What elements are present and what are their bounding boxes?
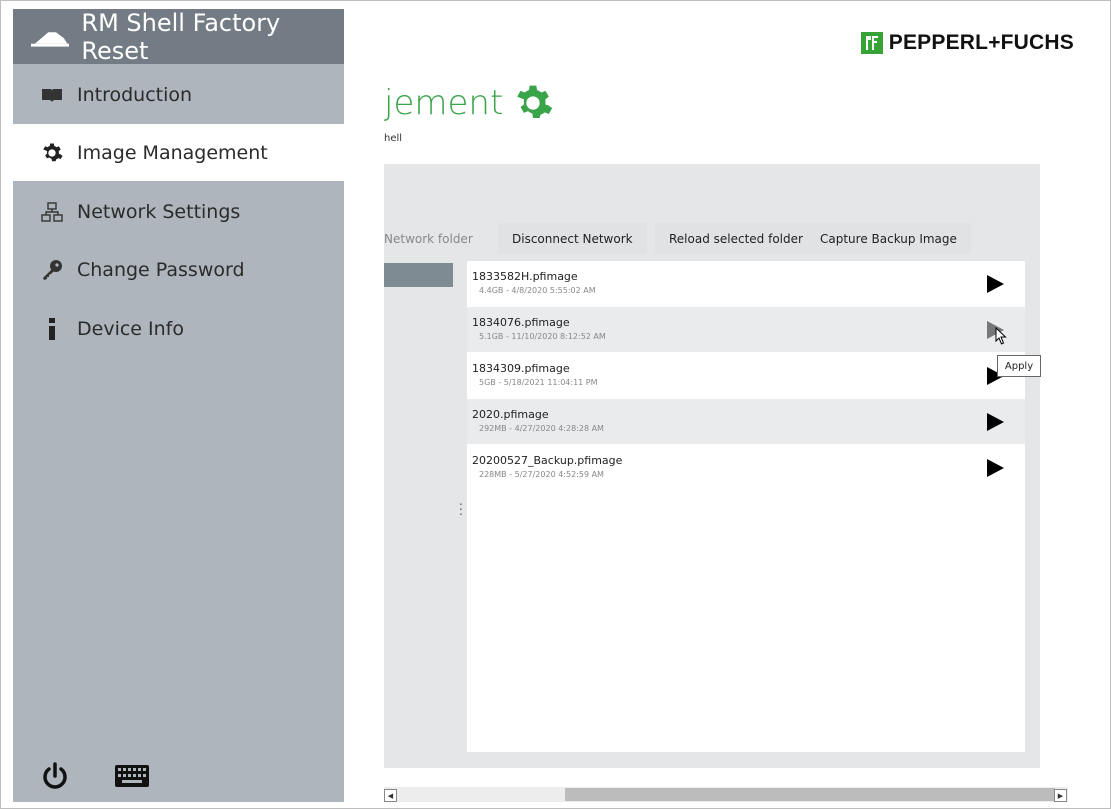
sidebar-item-network-settings[interactable]: Network Settings	[13, 183, 344, 240]
sidebar-item-image-management[interactable]: Image Management	[13, 124, 344, 181]
image-name: 1834076.pfimage	[472, 316, 570, 329]
sidebar-bottom-actions	[39, 760, 149, 792]
sidebar-item-label: Image Management	[77, 141, 268, 164]
selected-folder-item[interactable]	[384, 263, 453, 287]
sidebar-item-change-password[interactable]: Change Password	[13, 241, 344, 298]
scroll-left-icon[interactable]: ◀	[384, 789, 397, 802]
key-icon	[41, 259, 63, 281]
pane-splitter-handle[interactable]: ...	[459, 495, 463, 517]
image-list: 1833582H.pfimage 4.4GB - 4/8/2020 5:55:0…	[467, 261, 1025, 752]
power-icon[interactable]	[39, 760, 71, 792]
sidebar: RM Shell Factory Reset Introduction Imag…	[13, 9, 344, 802]
list-item[interactable]: 1833582H.pfimage 4.4GB - 4/8/2020 5:55:0…	[467, 261, 1025, 306]
pf-logo-icon	[860, 32, 883, 54]
app-title: RM Shell Factory Reset	[81, 8, 281, 65]
mouse-cursor-icon	[995, 327, 1007, 345]
play-icon[interactable]	[985, 274, 1005, 294]
info-icon	[41, 317, 63, 340]
network-icon	[41, 201, 63, 223]
keyboard-icon[interactable]	[115, 765, 149, 787]
image-meta: 4.4GB - 4/8/2020 5:55:02 AM	[479, 286, 596, 295]
gear-icon	[517, 85, 553, 118]
horizontal-scrollbar[interactable]: ◀ ▶	[384, 787, 1068, 802]
network-folder-button[interactable]: Network folder	[384, 223, 473, 254]
play-icon[interactable]	[985, 458, 1005, 478]
scrollbar-thumb[interactable]	[565, 788, 1055, 801]
list-item[interactable]: 1834076.pfimage 5.1GB - 11/10/2020 8:12:…	[467, 307, 1025, 352]
eraser-logo-icon	[31, 31, 70, 47]
image-meta: 5.1GB - 11/10/2020 8:12:52 AM	[479, 332, 606, 341]
sidebar-item-label: Introduction	[77, 83, 193, 106]
image-name: 20200527_Backup.pfimage	[472, 454, 623, 467]
sidebar-item-introduction[interactable]: Introduction	[13, 66, 344, 123]
image-meta: 292MB - 4/27/2020 4:28:28 AM	[479, 424, 604, 433]
brand-name: PEPPERL+FUCHS	[888, 31, 1074, 54]
sidebar-item-label: Change Password	[77, 258, 245, 281]
scroll-right-icon[interactable]: ▶	[1054, 789, 1067, 802]
book-icon	[41, 84, 63, 106]
sidebar-item-device-info[interactable]: Device Info	[13, 300, 344, 357]
reload-folder-button[interactable]: Reload selected folder	[655, 223, 817, 254]
apply-tooltip: Apply	[997, 355, 1041, 377]
sidebar-item-label: Device Info	[77, 317, 184, 340]
page-subtitle: hell	[384, 133, 403, 144]
list-item[interactable]: 20200527_Backup.pfimage 228MB - 5/27/202…	[467, 445, 1025, 490]
app-header: RM Shell Factory Reset	[13, 8, 344, 65]
page-title: jement	[384, 83, 553, 123]
gear-icon	[41, 142, 63, 164]
main-content: PEPPERL+FUCHS jement hell Network folder…	[384, 9, 1100, 802]
list-item[interactable]: 2020.pfimage 292MB - 4/27/2020 4:28:28 A…	[467, 399, 1025, 444]
image-name: 2020.pfimage	[472, 408, 549, 421]
image-name: 1833582H.pfimage	[472, 270, 578, 283]
disconnect-network-button[interactable]: Disconnect Network	[498, 223, 647, 254]
image-name: 1834309.pfimage	[472, 362, 570, 375]
sidebar-item-label: Network Settings	[77, 200, 241, 223]
image-meta: 228MB - 5/27/2020 4:52:59 AM	[479, 470, 604, 479]
brand-logo: PEPPERL+FUCHS	[860, 31, 1074, 55]
capture-backup-button[interactable]: Capture Backup Image	[806, 223, 971, 254]
image-meta: 5GB - 5/18/2021 11:04:11 PM	[479, 378, 598, 387]
list-item[interactable]: 1834309.pfimage 5GB - 5/18/2021 11:04:11…	[467, 353, 1025, 398]
play-icon[interactable]	[985, 412, 1005, 432]
page-title-text: jement	[384, 83, 504, 123]
